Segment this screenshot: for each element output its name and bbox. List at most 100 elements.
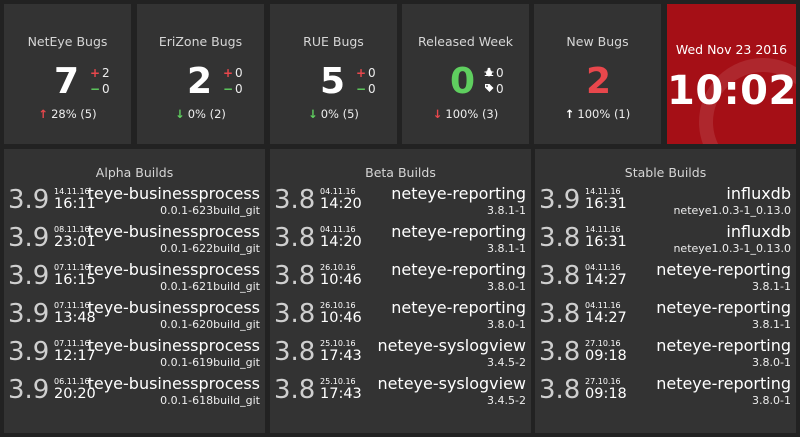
package-name: neteye-reporting (656, 298, 791, 317)
package-name: neteye-syslogview (377, 374, 526, 393)
build-date: 07.11.16 (54, 301, 90, 310)
build-row[interactable]: 3.8 25.10.16 17:43 neteye-syslogview 3.4.5-2 (270, 375, 531, 413)
panel-title: Beta Builds (365, 165, 436, 180)
panel-title: Alpha Builds (95, 165, 174, 180)
delta-bugs: 0 (484, 66, 504, 81)
arrow-down-icon: ↓ (432, 107, 443, 121)
package-release: neteye1.0.3-1_0.13.0 (673, 242, 791, 255)
package-release: 3.8.0-1 (487, 318, 526, 331)
build-row[interactable]: 3.9 06.11.16 20:20 teye-businessprocess 0.0.… (4, 375, 265, 413)
build-date: 04.11.16 (585, 263, 621, 272)
build-row[interactable]: 3.8 14.11.16 16:31 influxdb neteye1.0.3-1_0.… (535, 223, 796, 261)
bug-count: 5 (320, 61, 346, 102)
build-date: 07.11.16 (54, 339, 90, 348)
build-time: 16:31 (585, 234, 627, 250)
package-name: influxdb (726, 222, 791, 241)
stat-tile-rue-bugs[interactable]: RUE Bugs 5 +0 −0 ↓ 0% (5) (270, 4, 397, 144)
released-count: 0 (450, 61, 476, 102)
build-row[interactable]: 3.8 27.10.16 09:18 neteye-reporting 3.8.0-1 (535, 375, 796, 413)
trend-text: 28% (5) (51, 107, 97, 121)
build-date: 14.11.16 (585, 187, 621, 196)
bug-icon (484, 66, 496, 81)
tile-title: EriZone Bugs (158, 34, 243, 49)
stat-tile-neteye-bugs[interactable]: NetEye Bugs 7 +2 −0 ↑ 28% (5) (4, 4, 131, 144)
build-version: 3.9 (8, 261, 50, 291)
tag-icon (484, 82, 496, 97)
build-date: 25.10.16 (320, 339, 356, 348)
package-name: neteye-reporting (656, 374, 791, 393)
build-version: 3.8 (274, 375, 316, 405)
build-time: 14:20 (320, 196, 362, 212)
delta-added: +2 (90, 66, 110, 81)
arrow-down-icon: ↓ (308, 107, 318, 121)
package-release: 0.0.1-622build_git (160, 242, 260, 255)
build-version: 3.8 (539, 375, 581, 405)
plus-icon: + (223, 66, 234, 80)
build-row[interactable]: 3.8 25.10.16 17:43 neteye-syslogview 3.4.5-2 (270, 337, 531, 375)
added-count: 0 (235, 66, 243, 80)
build-row[interactable]: 3.8 04.11.16 14:27 neteye-reporting 3.8.1-1 (535, 299, 796, 337)
delta-removed: −0 (223, 82, 243, 97)
build-time: 14:20 (320, 234, 362, 250)
arrow-up-icon: ↑ (564, 107, 575, 121)
build-time: 16:31 (585, 196, 627, 212)
build-row[interactable]: 3.9 14.11.16 16:31 influxdb neteye1.0.3-1_0.… (535, 185, 796, 223)
stat-tile-released-week[interactable]: Released Week 0 0 0 ↓ 100% (3) (402, 4, 529, 144)
build-row[interactable]: 3.8 04.11.16 14:27 neteye-reporting 3.8.1-1 (535, 261, 796, 299)
package-name: neteye-reporting (391, 298, 526, 317)
build-row[interactable]: 3.9 07.11.16 16:15 teye-businessprocess 0.0.… (4, 261, 265, 299)
new-bug-count: 2 (586, 61, 612, 102)
stat-tile-erizone-bugs[interactable]: EriZone Bugs 2 +0 −0 ↓ 0% (2) (137, 4, 264, 144)
build-time: 17:43 (320, 348, 362, 364)
package-release: 0.0.1-621build_git (160, 280, 260, 293)
build-version: 3.9 (8, 375, 50, 405)
build-version: 3.8 (274, 223, 316, 253)
package-release: 0.0.1-623build_git (160, 204, 260, 217)
build-date: 07.11.16 (54, 263, 90, 272)
build-date: 25.10.16 (320, 377, 356, 386)
beta-builds-panel[interactable]: Beta Builds 3.8 04.11.16 14:20 neteye-repor… (270, 149, 531, 433)
tile-title: Released Week (418, 34, 513, 49)
build-version: 3.8 (274, 299, 316, 329)
alpha-builds-panel[interactable]: Alpha Builds 3.9 14.11.16 16:11 teye-busine… (4, 149, 265, 433)
build-time: 14:27 (585, 272, 627, 288)
build-time: 14:27 (585, 310, 627, 326)
package-release: 0.0.1-618build_git (160, 394, 260, 407)
clock-date: Wed Nov 23 2016 (675, 42, 788, 57)
plus-icon: + (90, 66, 101, 80)
trend-text: 100% (3) (445, 107, 499, 121)
build-row[interactable]: 3.9 07.11.16 12:17 teye-businessprocess 0.0.… (4, 337, 265, 375)
build-version: 3.8 (539, 261, 581, 291)
build-version: 3.8 (539, 337, 581, 367)
minus-icon: − (356, 82, 367, 96)
package-name: neteye-reporting (656, 260, 791, 279)
trend: ↑ 100% (1) (534, 107, 661, 121)
stat-tile-new-bugs[interactable]: New Bugs 2 ↑ 100% (1) (534, 4, 661, 144)
package-name: influxdb (726, 184, 791, 203)
stable-builds-panel[interactable]: Stable Builds 3.9 14.11.16 16:31 influxdb ne… (535, 149, 796, 433)
arrow-down-icon: ↓ (175, 107, 185, 121)
build-row[interactable]: 3.8 27.10.16 09:18 neteye-reporting 3.8.0-1 (535, 337, 796, 375)
trend-text: 0% (2) (187, 107, 226, 121)
build-row[interactable]: 3.8 26.10.16 10:46 neteye-reporting 3.8.0-1 (270, 261, 531, 299)
build-row[interactable]: 3.9 14.11.16 16:11 teye-businessprocess 0.0.… (4, 185, 265, 223)
build-version: 3.9 (539, 185, 581, 215)
package-name: neteye-reporting (391, 260, 526, 279)
build-date: 06.11.16 (54, 377, 90, 386)
build-row[interactable]: 3.9 08.11.16 23:01 teye-businessprocess 0.0.… (4, 223, 265, 261)
build-row[interactable]: 3.8 26.10.16 10:46 neteye-reporting 3.8.0-1 (270, 299, 531, 337)
build-time: 17:43 (320, 386, 362, 402)
trend: ↓ 0% (5) (270, 107, 397, 121)
tile-title: New Bugs (566, 34, 629, 49)
build-row[interactable]: 3.8 04.11.16 14:20 neteye-reporting 3.8.1-1 (270, 223, 531, 261)
package-release: 3.8.0-1 (752, 394, 791, 407)
trend: ↓ 0% (2) (137, 107, 264, 121)
build-date: 04.11.16 (585, 301, 621, 310)
build-date: 27.10.16 (585, 377, 621, 386)
package-release: neteye1.0.3-1_0.13.0 (673, 204, 791, 217)
build-date: 14.11.16 (54, 187, 90, 196)
build-row[interactable]: 3.9 07.11.16 13:48 teye-businessprocess 0.0.… (4, 299, 265, 337)
build-version: 3.9 (8, 337, 50, 367)
arrow-up-icon: ↑ (38, 107, 49, 121)
build-row[interactable]: 3.8 04.11.16 14:20 neteye-reporting 3.8.1-1 (270, 185, 531, 223)
